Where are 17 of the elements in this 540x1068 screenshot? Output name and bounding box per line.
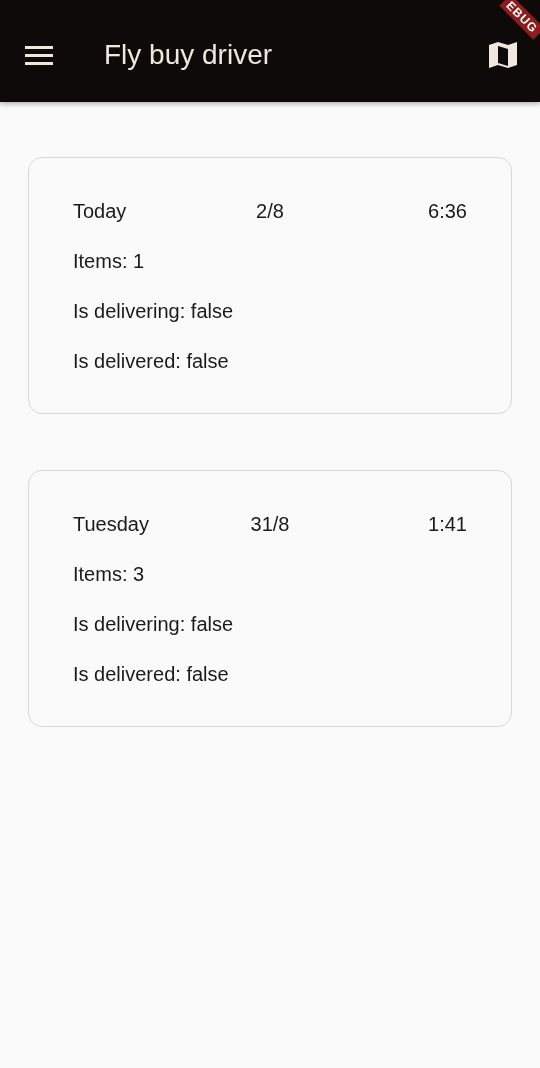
order-items: Items: 3 — [73, 563, 145, 586]
delivering-status: Is delivering: false — [73, 300, 234, 323]
order-card[interactable]: Today 2/8 6:36 Items: 1 Is delivering: false Is delivered: false — [28, 157, 512, 414]
delivered-status: Is delivered: false — [73, 350, 229, 373]
order-date: 2/8 — [256, 200, 284, 223]
order-day: Today — [73, 200, 257, 223]
delivering-status: Is delivering: false — [73, 613, 234, 636]
order-items: Items: 1 — [73, 250, 145, 273]
order-time: 1:41 — [428, 513, 467, 536]
app-title: Fly buy driver — [104, 39, 274, 71]
order-time: 6:36 — [428, 200, 467, 223]
order-card[interactable]: Tuesday 31/8 1:41 Items: 3 Is delivering: false Is delivered: false — [28, 470, 512, 727]
map-icon[interactable] — [488, 41, 518, 69]
delivered-status: Is delivered: false — [73, 663, 229, 686]
order-day: Tuesday — [73, 513, 251, 536]
order-date: 31/8 — [250, 513, 290, 536]
menu-icon[interactable] — [24, 44, 54, 66]
